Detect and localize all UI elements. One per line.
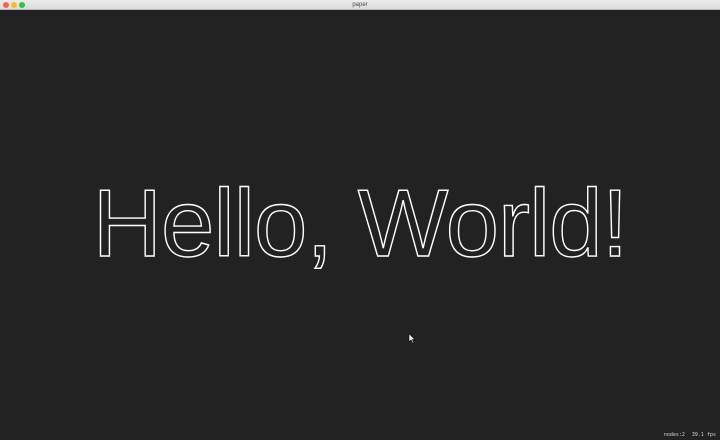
fps-readout: 39.1 fps xyxy=(691,432,716,438)
render-stats: nodes:2 39.1 fps xyxy=(660,432,716,438)
window-title: paper xyxy=(352,2,368,8)
node-count: nodes:2 xyxy=(663,432,685,438)
app-window: paper Hello, World! nodes:2 39.1 fps xyxy=(0,0,720,440)
mouse-cursor-icon xyxy=(408,333,416,344)
hello-world-text: Hello, World! xyxy=(92,169,629,277)
canvas-area[interactable]: Hello, World! nodes:2 39.1 fps xyxy=(0,10,720,440)
title-bar[interactable]: paper xyxy=(0,0,720,10)
